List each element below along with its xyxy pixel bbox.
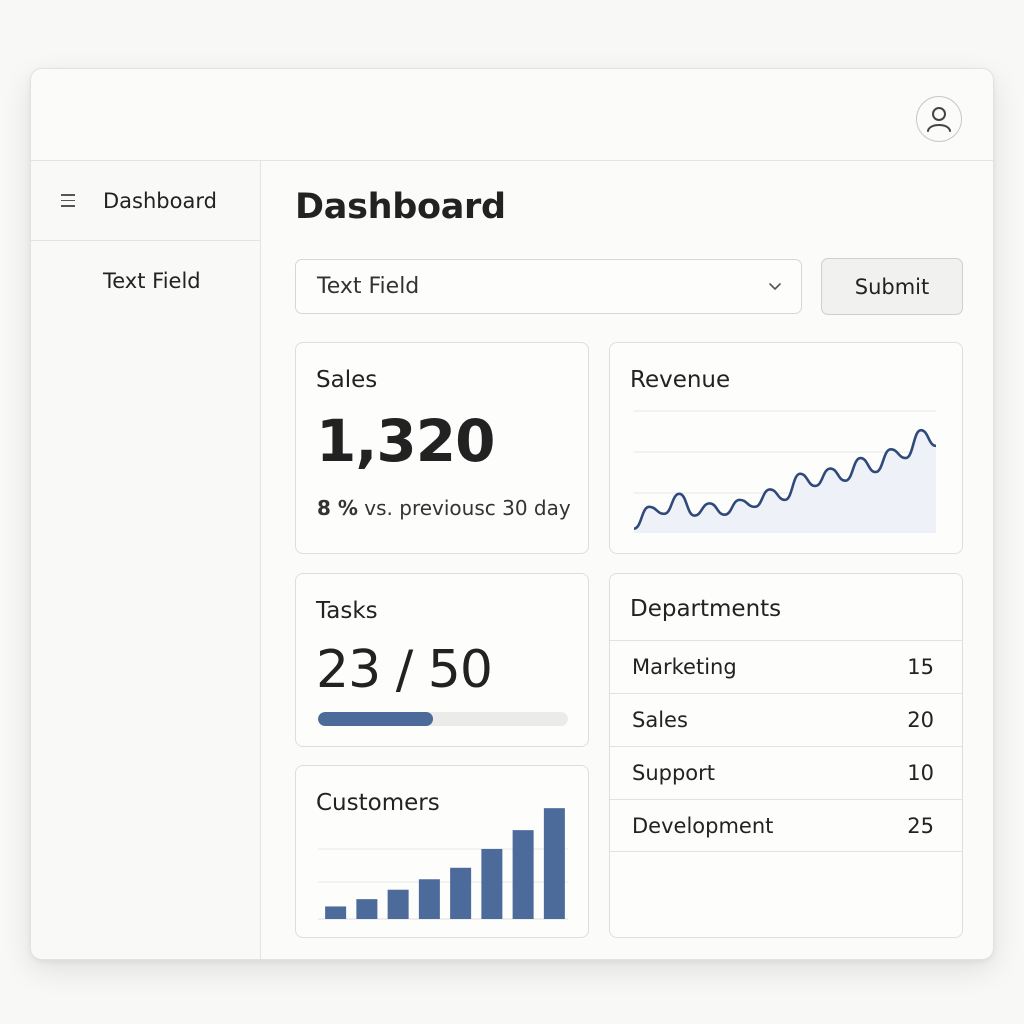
table-row: Sales 20 [610, 693, 962, 746]
revenue-area [634, 430, 936, 533]
menu-icon[interactable] [61, 194, 75, 208]
customers-bar [387, 889, 409, 919]
tasks-title: Tasks [316, 598, 378, 624]
sidebar: Dashboard Text Field [31, 161, 261, 959]
sales-change: 8 % vs. previousc 30 day [317, 496, 571, 520]
department-name: Development [632, 814, 774, 838]
customers-bar [512, 830, 534, 919]
customers-bar [543, 808, 565, 919]
tasks-value: 23 / 50 [316, 640, 493, 700]
app-window: Dashboard Text Field Dashboard Text Fiel… [30, 68, 994, 960]
department-name: Sales [632, 708, 688, 732]
sales-card: Sales 1,320 8 % vs. previousc 30 day [295, 342, 589, 554]
customers-bar [356, 899, 378, 919]
department-value: 10 [907, 761, 934, 785]
department-name: Support [632, 761, 716, 785]
customers-bar [481, 848, 503, 919]
select-value: Text Field [317, 274, 420, 299]
departments-card: Departments Marketing 15 Sales 20 Suppor… [609, 573, 963, 938]
revenue-card: Revenue [609, 342, 963, 554]
customers-bar [418, 879, 440, 919]
sales-value: 1,320 [316, 407, 495, 475]
sales-title: Sales [316, 367, 378, 393]
customers-card: Customers [295, 765, 589, 938]
departments-table: Marketing 15 Sales 20 Support 10 Develop… [610, 640, 962, 852]
table-row: Support 10 [610, 746, 962, 799]
sidebar-item-label: Text Field [103, 269, 201, 293]
submit-button[interactable]: Submit [821, 258, 963, 315]
department-value: 20 [907, 708, 934, 732]
customers-bar [325, 906, 347, 919]
user-icon [927, 107, 951, 132]
customers-chart [318, 808, 568, 920]
customers-bar [450, 867, 472, 919]
revenue-chart [633, 410, 937, 533]
department-value: 25 [907, 814, 934, 838]
table-row: Development 25 [610, 799, 962, 852]
table-row: Marketing 15 [610, 640, 962, 693]
tasks-card: Tasks 23 / 50 [295, 573, 589, 747]
text-field-select[interactable]: Text Field [295, 259, 802, 314]
top-bar [31, 69, 993, 161]
chevron-down-icon [769, 283, 781, 290]
sidebar-item-label: Dashboard [103, 188, 217, 213]
department-name: Marketing [632, 655, 737, 679]
sidebar-item-text-field[interactable]: Text Field [31, 241, 260, 321]
sales-change-percent: 8 % [317, 496, 358, 520]
main-content: Dashboard Text Field Submit Sales 1,320 … [262, 161, 993, 959]
sales-change-text: vs. previousc 30 day [364, 496, 571, 520]
tasks-progress-fill [318, 712, 433, 726]
page-title: Dashboard [295, 187, 506, 227]
sidebar-item-dashboard[interactable]: Dashboard [31, 161, 260, 241]
tasks-progress-bar [318, 712, 568, 726]
department-value: 15 [907, 655, 934, 679]
user-avatar[interactable] [916, 96, 962, 142]
departments-title: Departments [630, 596, 782, 622]
